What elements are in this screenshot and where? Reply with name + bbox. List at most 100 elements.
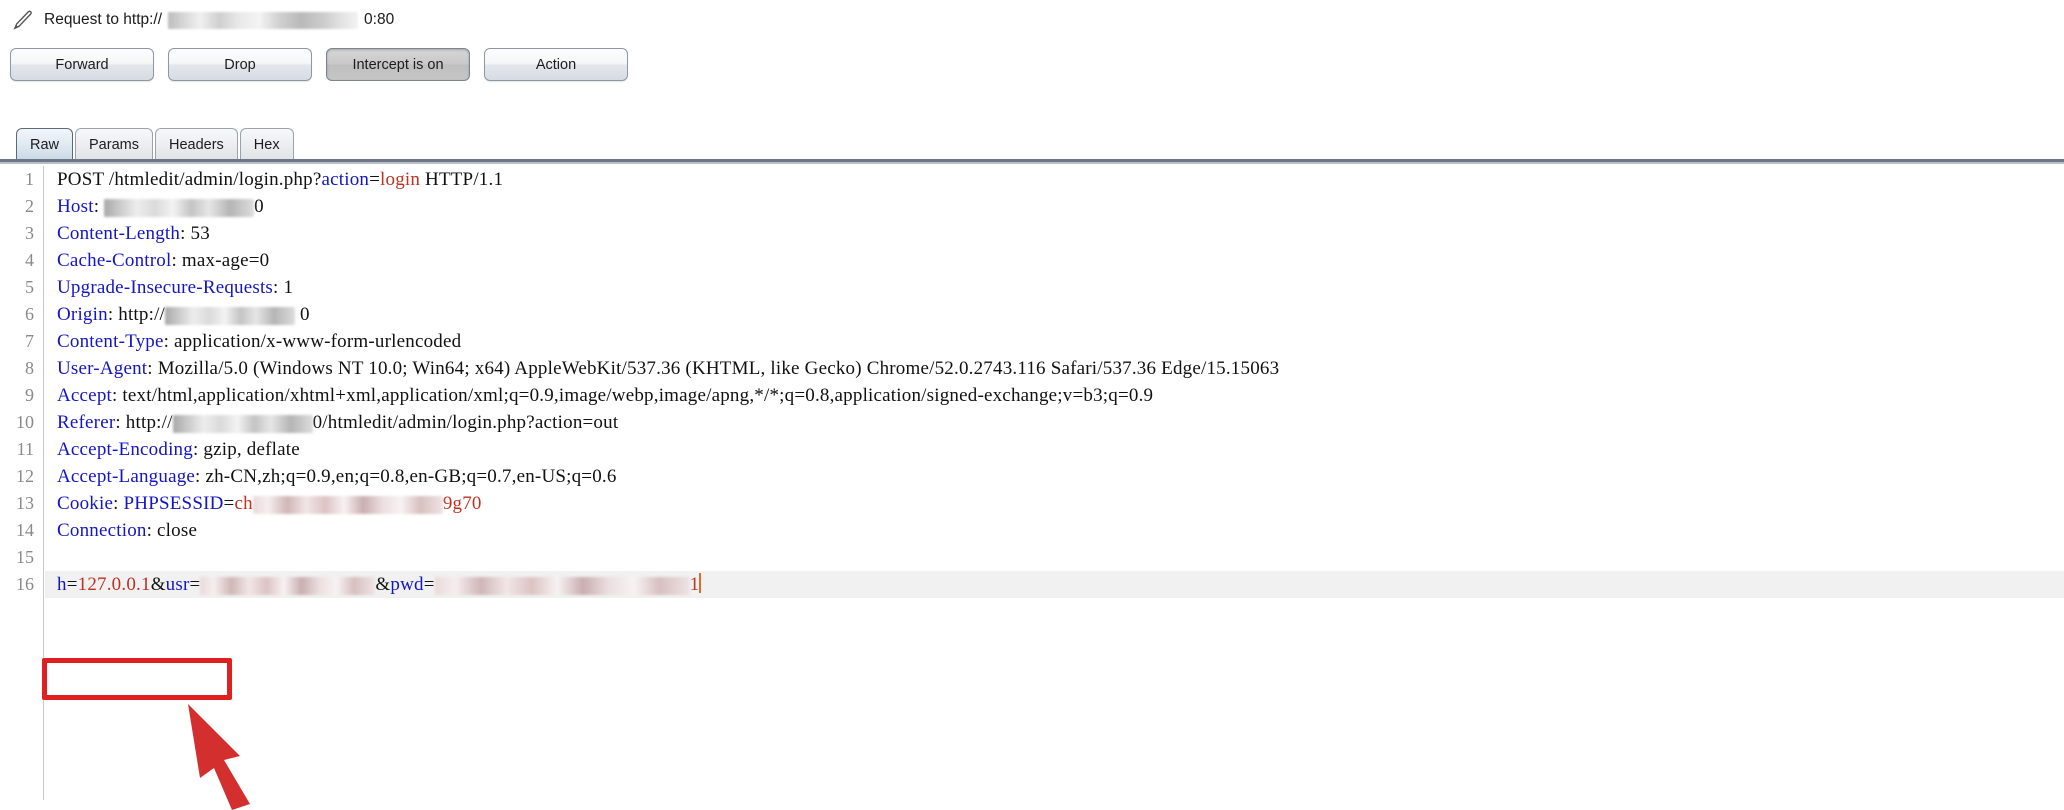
request-line-content: Content-Type: application/x-www-form-url… bbox=[45, 331, 461, 352]
code-token: : Mozilla/5.0 (Windows NT 10.0; Win64; x… bbox=[147, 358, 1280, 379]
tab-raw[interactable]: Raw bbox=[16, 128, 74, 160]
code-token: : zh-CN,zh;q=0.9,en;q=0.8,en-GB;q=0.7,en… bbox=[195, 466, 617, 487]
code-token: 127.0.0.1 bbox=[77, 574, 151, 595]
code-token: Cookie bbox=[57, 493, 114, 514]
request-line-content: Cache-Control: max-age=0 bbox=[45, 250, 269, 271]
raw-request-editor[interactable]: 1 2 3 4 5 6 7 8 9 10 11 12 13 14 15 16 POST /htmledit/a… bbox=[0, 166, 2064, 800]
code-token: 9g70 bbox=[442, 493, 482, 514]
request-line[interactable] bbox=[45, 544, 2064, 571]
redacted-value bbox=[165, 306, 296, 325]
code-token: Accept-Language bbox=[57, 466, 196, 487]
code-token: : http:// bbox=[115, 412, 173, 433]
code-token: = bbox=[423, 574, 435, 595]
request-line-content: User-Agent: Mozilla/5.0 (Windows NT 10.0… bbox=[45, 358, 1279, 379]
window-title-prefix: Request to http:// bbox=[44, 11, 163, 28]
line-number: 5 bbox=[25, 277, 34, 297]
request-line[interactable]: Accept: text/html,application/xhtml+xml,… bbox=[45, 382, 2064, 409]
request-line-content: Accept-Encoding: gzip, deflate bbox=[45, 439, 300, 460]
pencil-icon bbox=[13, 10, 32, 30]
code-token: Connection bbox=[57, 520, 147, 541]
request-line[interactable]: Content-Length: 53 bbox=[45, 220, 2064, 247]
code-token: ch bbox=[234, 493, 253, 514]
tab-headers[interactable]: Headers bbox=[154, 128, 238, 160]
code-token: Cache-Control bbox=[57, 250, 172, 271]
line-number: 14 bbox=[16, 520, 34, 540]
redacted-value bbox=[252, 495, 443, 514]
message-tab-bar: Raw Params Headers Hex bbox=[16, 128, 296, 160]
code-token: HTTP/1.1 bbox=[420, 169, 504, 190]
request-line[interactable]: POST /htmledit/admin/login.php?action=lo… bbox=[45, 166, 2064, 193]
tab-params[interactable]: Params bbox=[75, 128, 153, 160]
code-token: 0 bbox=[254, 196, 264, 217]
intercept-toggle-button[interactable]: Intercept is on bbox=[326, 48, 470, 81]
line-number: 3 bbox=[25, 223, 34, 243]
action-button[interactable]: Action bbox=[484, 48, 628, 81]
code-token: Accept-Encoding bbox=[57, 439, 193, 460]
line-number: 4 bbox=[25, 250, 34, 270]
code-token: : text/html,application/xhtml+xml,applic… bbox=[112, 385, 1154, 406]
request-line[interactable]: Referer: http:// 0/htmledit/admin/login.p… bbox=[45, 409, 2064, 436]
code-token: : http:// bbox=[107, 304, 166, 325]
line-number: 9 bbox=[25, 385, 34, 405]
line-number: 1 bbox=[25, 169, 34, 189]
line-number-gutter: 1 2 3 4 5 6 7 8 9 10 11 12 13 14 15 16 bbox=[0, 166, 44, 800]
code-token: = bbox=[223, 493, 235, 514]
line-number: 13 bbox=[16, 493, 34, 513]
code-token: : 53 bbox=[180, 223, 210, 244]
code-token: = bbox=[369, 169, 381, 190]
code-token: Host bbox=[57, 196, 94, 217]
tab-separator-line-shadow bbox=[0, 162, 2064, 164]
request-line[interactable]: Cache-Control: max-age=0 bbox=[45, 247, 2064, 274]
code-token: = bbox=[189, 574, 201, 595]
tab-hex[interactable]: Hex bbox=[239, 128, 294, 160]
request-line[interactable]: Cookie: PHPSESSID=ch 9g70 bbox=[45, 490, 2064, 517]
request-line[interactable]: Content-Type: application/x-www-form-url… bbox=[45, 328, 2064, 355]
request-line[interactable]: Connection: close bbox=[45, 517, 2064, 544]
line-number: 2 bbox=[25, 196, 34, 216]
request-line[interactable]: Accept-Language: zh-CN,zh;q=0.9,en;q=0.8… bbox=[45, 463, 2064, 490]
request-line[interactable]: Origin: http:// 0 bbox=[45, 301, 2064, 328]
drop-button[interactable]: Drop bbox=[168, 48, 312, 81]
request-line[interactable]: User-Agent: Mozilla/5.0 (Windows NT 10.0… bbox=[45, 355, 2064, 382]
code-token: Origin bbox=[57, 304, 108, 325]
request-line-content: h=127.0.0.1&usr= &pwd= 1 bbox=[45, 573, 702, 595]
code-token: 0 bbox=[295, 304, 310, 325]
redacted-value bbox=[434, 576, 690, 595]
request-line-content: POST /htmledit/admin/login.php?action=lo… bbox=[45, 169, 503, 190]
window-title-suffix: 0:80 bbox=[364, 11, 395, 28]
code-token: : gzip, deflate bbox=[192, 439, 300, 460]
code-token: : application/x-www-form-urlencoded bbox=[163, 331, 462, 352]
code-token: PHPSESSID bbox=[123, 493, 224, 514]
code-token: : bbox=[113, 493, 124, 514]
request-line-content: Connection: close bbox=[45, 520, 197, 541]
code-token: : close bbox=[146, 520, 198, 541]
code-token: usr bbox=[165, 574, 190, 595]
line-number: 7 bbox=[25, 331, 34, 351]
line-number: 8 bbox=[25, 358, 34, 378]
code-token: & bbox=[150, 574, 166, 595]
line-number: 6 bbox=[25, 304, 34, 324]
text-caret bbox=[699, 573, 702, 593]
code-token: & bbox=[375, 574, 391, 595]
code-token: action bbox=[321, 169, 370, 190]
redacted-value bbox=[172, 414, 313, 433]
request-line[interactable]: Upgrade-Insecure-Requests: 1 bbox=[45, 274, 2064, 301]
code-token: 1 bbox=[689, 574, 700, 595]
code-token: User-Agent bbox=[57, 358, 148, 379]
code-token: 0/htmledit/admin/login.php?action=out bbox=[312, 412, 619, 433]
line-number: 12 bbox=[16, 466, 34, 486]
request-line[interactable]: Host: 0 bbox=[45, 193, 2064, 220]
code-token: Referer bbox=[57, 412, 116, 433]
request-code-area[interactable]: POST /htmledit/admin/login.php?action=lo… bbox=[45, 166, 2064, 800]
request-line-content: Accept: text/html,application/xhtml+xml,… bbox=[45, 385, 1153, 406]
request-line[interactable]: h=127.0.0.1&usr= &pwd= 1 bbox=[45, 571, 2064, 598]
redacted-host bbox=[168, 11, 359, 29]
request-line[interactable]: Accept-Encoding: gzip, deflate bbox=[45, 436, 2064, 463]
intercept-toolbar: Forward Drop Intercept is on Action bbox=[10, 48, 628, 81]
code-token: h bbox=[57, 574, 67, 595]
request-line-content bbox=[45, 547, 57, 568]
request-line-content: Origin: http:// 0 bbox=[45, 304, 310, 325]
forward-button[interactable]: Forward bbox=[10, 48, 154, 81]
line-number: 16 bbox=[16, 574, 34, 594]
code-token: Upgrade-Insecure-Requests bbox=[57, 277, 274, 298]
